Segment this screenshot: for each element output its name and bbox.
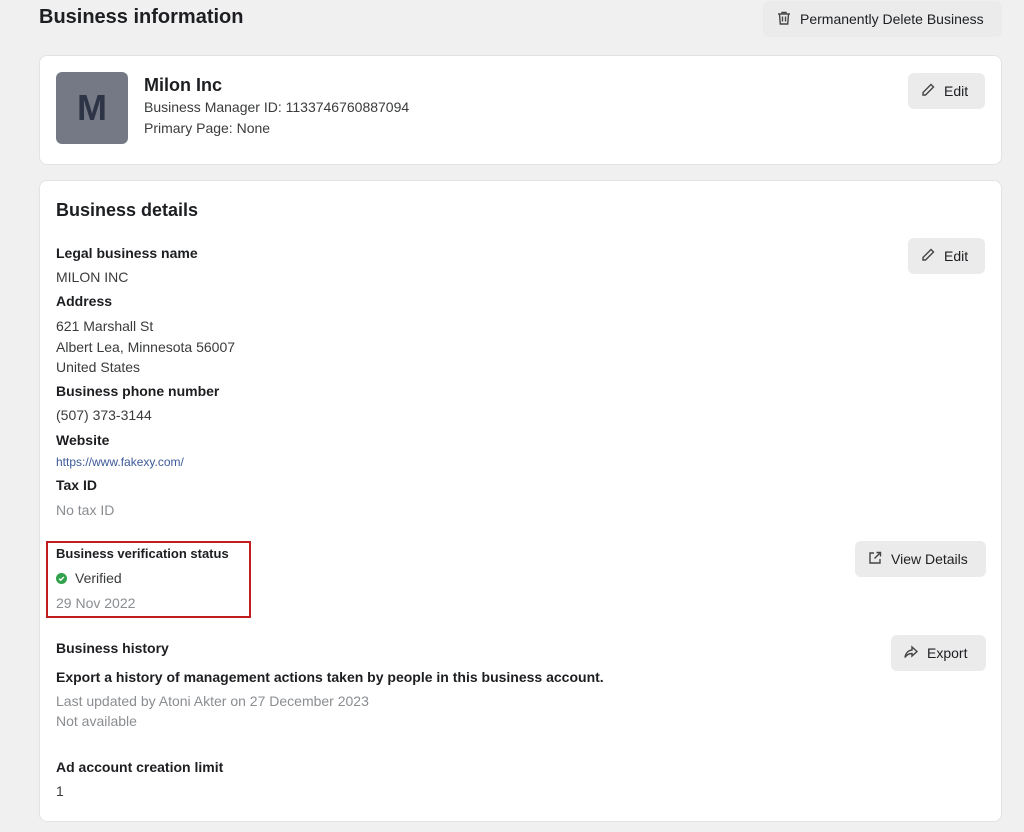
edit-label: Edit	[944, 248, 969, 264]
business-details-card: Business details Edit Legal business nam…	[39, 180, 1002, 822]
permanently-delete-button[interactable]: Permanently Delete Business	[763, 1, 1002, 37]
delete-button-label: Permanently Delete Business	[800, 11, 984, 27]
external-link-icon	[867, 550, 883, 569]
website-link[interactable]: https://www.fakexy.com/	[56, 455, 184, 469]
primary-page: Primary Page: None	[144, 120, 271, 136]
address-line-3: United States	[56, 359, 141, 375]
pencil-icon	[920, 247, 936, 266]
history-label: Business history	[56, 640, 169, 656]
address-line-2: Albert Lea, Minnesota 56007	[56, 339, 236, 355]
website-label: Website	[56, 432, 110, 448]
verified-text: Verified	[75, 570, 122, 586]
avatar: M	[56, 72, 128, 144]
ad-limit-value: 1	[56, 783, 64, 799]
verification-date: 29 Nov 2022	[56, 595, 136, 611]
address-line-1: 621 Marshall St	[56, 318, 154, 334]
edit-summary-button[interactable]: Edit	[908, 73, 985, 109]
legal-name-value: MILON INC	[56, 269, 129, 285]
export-button[interactable]: Export	[891, 635, 986, 671]
trash-icon	[776, 10, 792, 29]
legal-name-label: Legal business name	[56, 245, 198, 261]
edit-details-button[interactable]: Edit	[908, 238, 985, 274]
verification-status-label: Business verification status	[56, 546, 229, 561]
share-arrow-icon	[903, 644, 919, 663]
section-title: Business details	[56, 200, 199, 220]
pencil-icon	[920, 82, 936, 101]
business-manager-id: Business Manager ID: 1133746760887094	[144, 99, 410, 115]
check-circle-icon	[56, 572, 67, 584]
history-availability: Not available	[56, 713, 137, 729]
phone-value: (507) 373-3144	[56, 407, 152, 423]
ad-limit-label: Ad account creation limit	[56, 759, 224, 775]
tax-id-label: Tax ID	[56, 477, 97, 493]
view-details-label: View Details	[891, 551, 968, 567]
view-details-button[interactable]: View Details	[855, 541, 986, 577]
business-info-page: Business information Permanently Delete …	[0, 0, 1024, 832]
verified-status: Verified	[56, 570, 122, 586]
history-last-updated: Last updated by Atoni Akter on 27 Decemb…	[56, 693, 369, 709]
business-name: Milon Inc	[144, 75, 222, 95]
edit-label: Edit	[944, 83, 969, 99]
history-description: Export a history of management actions t…	[56, 669, 604, 685]
business-summary-card: M Milon Inc Business Manager ID: 1133746…	[39, 55, 1002, 165]
address-label: Address	[56, 293, 113, 309]
page-title: Business information	[39, 6, 244, 28]
tax-id-value: No tax ID	[56, 502, 115, 518]
phone-label: Business phone number	[56, 383, 220, 399]
export-label: Export	[927, 645, 968, 661]
